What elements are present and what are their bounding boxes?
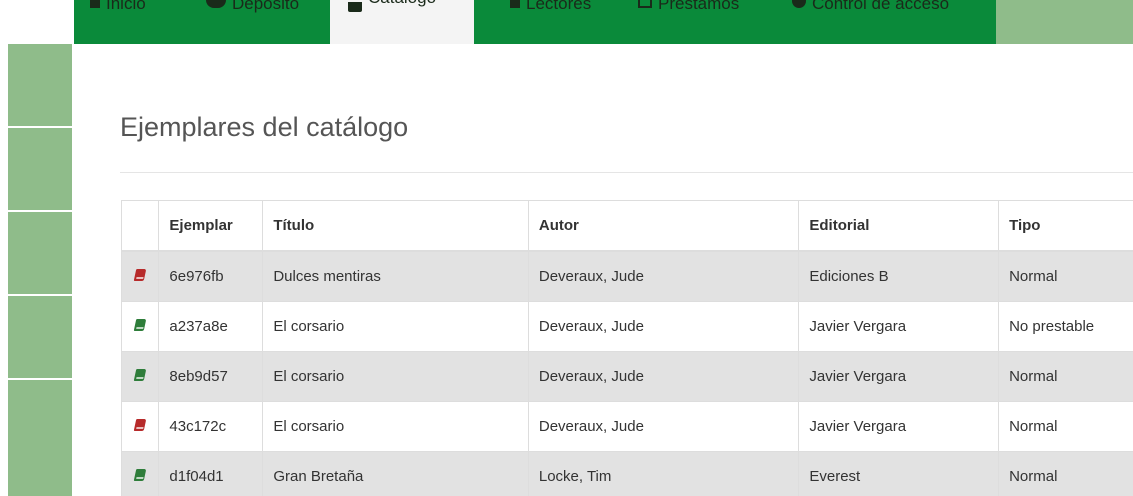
tab-inicio[interactable]: Inicio (90, 0, 146, 20)
cell-autor: Deveraux, Jude (528, 350, 800, 401)
tab-label: Depósito (232, 0, 300, 13)
user-icon (510, 0, 520, 8)
catalog-table: Ejemplar Título Autor Editorial Tipo 6e9… (121, 200, 1133, 496)
navbar-extension (996, 0, 1133, 44)
database-icon (206, 0, 226, 8)
status-cell (122, 250, 160, 301)
home-icon (90, 0, 100, 8)
sidebar-item-5[interactable] (8, 380, 72, 496)
cell-editorial: Javier Vergara (798, 300, 1000, 351)
book-icon (133, 468, 147, 481)
cell-titulo: El corsario (262, 350, 529, 401)
status-cell (122, 350, 160, 401)
table-row[interactable]: 43c172c El corsario Deveraux, Jude Javie… (122, 400, 1133, 451)
book-icon (133, 318, 147, 331)
tab-label: Préstamos (658, 0, 740, 13)
tab-label: Inicio (106, 0, 146, 13)
tab-deposito[interactable]: Depósito (206, 0, 299, 20)
cell-autor: Locke, Tim (528, 450, 800, 496)
status-cell (122, 300, 160, 351)
table-row[interactable]: 6e976fb Dulces mentiras Deveraux, Jude E… (122, 250, 1133, 301)
cell-editorial: Ediciones B (798, 250, 1000, 301)
cell-autor: Deveraux, Jude (528, 300, 800, 351)
table-row[interactable]: d1f04d1 Gran Bretaña Locke, Tim Everest … (122, 450, 1133, 496)
cell-ejemplar: 8eb9d57 (158, 350, 264, 401)
status-cell (122, 450, 160, 496)
cell-titulo: El corsario (262, 300, 529, 351)
sidebar-item-1[interactable] (8, 44, 72, 126)
table-row[interactable]: 8eb9d57 El corsario Deveraux, Jude Javie… (122, 350, 1133, 401)
header-titulo[interactable]: Título (262, 201, 529, 252)
calendar-icon (638, 0, 652, 8)
cell-ejemplar: a237a8e (158, 300, 264, 351)
cell-tipo: Normal (998, 450, 1133, 496)
sidebar-item-2[interactable] (8, 128, 72, 210)
cell-autor: Deveraux, Jude (528, 250, 800, 301)
book-icon (133, 268, 147, 281)
cell-autor: Deveraux, Jude (528, 400, 800, 451)
top-navbar: Inicio Depósito Catálogo Lectores Présta… (74, 0, 1133, 44)
header-status (122, 201, 160, 252)
sidebar-item-4[interactable] (8, 296, 72, 378)
sidebar (8, 44, 72, 496)
tab-label: Catálogo (368, 0, 436, 8)
tab-lectores[interactable]: Lectores (510, 0, 591, 20)
header-ejemplar[interactable]: Ejemplar (158, 201, 264, 252)
book-icon (133, 418, 147, 431)
book-icon (348, 2, 362, 12)
book-icon (133, 368, 147, 381)
tab-catalogo[interactable]: Catálogo (330, 0, 474, 44)
page-title: Ejemplares del catálogo (120, 112, 409, 142)
tab-prestamos[interactable]: Préstamos (638, 0, 739, 20)
status-cell (122, 400, 160, 451)
table-header-row: Ejemplar Título Autor Editorial Tipo (122, 201, 1133, 252)
cell-tipo: Normal (998, 250, 1133, 301)
cell-editorial: Everest (798, 450, 1000, 496)
sidebar-item-3[interactable] (8, 212, 72, 294)
cell-titulo: Dulces mentiras (262, 250, 529, 301)
cell-ejemplar: 43c172c (158, 400, 264, 451)
header-editorial[interactable]: Editorial (798, 201, 1000, 252)
cell-ejemplar: d1f04d1 (158, 450, 264, 496)
table-row[interactable]: a237a8e El corsario Deveraux, Jude Javie… (122, 300, 1133, 351)
lock-icon (792, 0, 806, 8)
tab-label: Control de acceso (812, 0, 950, 13)
title-divider (120, 172, 1133, 173)
cell-editorial: Javier Vergara (798, 400, 1000, 451)
header-autor[interactable]: Autor (528, 201, 800, 252)
cell-titulo: Gran Bretaña (262, 450, 529, 496)
cell-titulo: El corsario (262, 400, 529, 451)
cell-tipo: Normal (998, 400, 1133, 451)
cell-tipo: No prestable (998, 300, 1133, 351)
cell-editorial: Javier Vergara (798, 350, 1000, 401)
cell-ejemplar: 6e976fb (158, 250, 264, 301)
tab-control-acceso[interactable]: Control de acceso (792, 0, 949, 20)
tab-label: Lectores (526, 0, 592, 13)
cell-tipo: Normal (998, 350, 1133, 401)
header-tipo[interactable]: Tipo (998, 201, 1133, 252)
